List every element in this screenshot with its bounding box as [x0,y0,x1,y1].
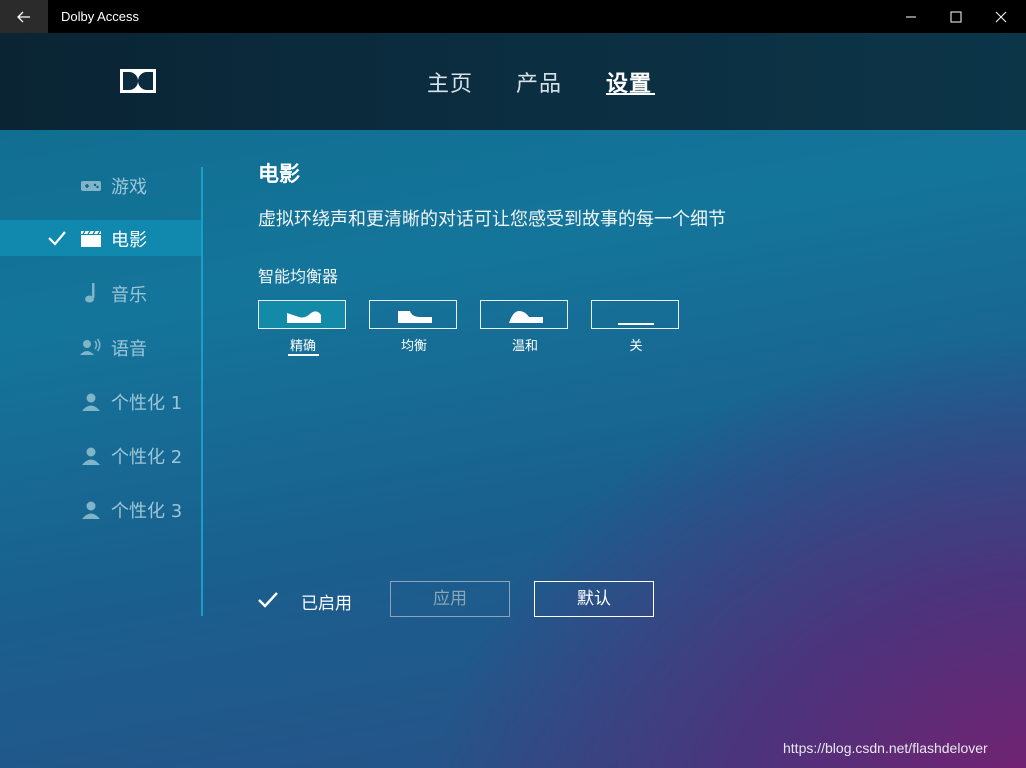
eq-option-label: 温和 [511,339,538,354]
sidebar-item-movies[interactable]: 电影 [0,220,201,256]
back-button[interactable] [0,0,48,33]
equalizer-label: 智能均衡器 [258,267,339,286]
nav-home[interactable]: 主页 [427,66,473,97]
close-icon [995,11,1007,22]
default-button[interactable]: 默认 [534,581,654,617]
sidebar-item-voice[interactable]: 语音 [0,329,201,365]
sidebar-item-label: 个性化 3 [111,501,183,522]
eq-option-off[interactable] [591,300,679,329]
eq-off-icon [618,323,654,325]
title-bar: Dolby Access [0,0,1026,33]
close-button[interactable] [978,0,1024,33]
nav-settings[interactable]: 设置 [606,66,652,97]
enabled-label: 已启用 [301,594,352,614]
app-title: Dolby Access [61,9,140,24]
eq-option-balanced[interactable] [369,300,457,329]
eq-option-label: 精确 [289,339,316,354]
person-icon [82,501,100,519]
person-icon [82,393,100,411]
eq-balanced-icon [398,311,432,323]
eq-option-label: 均衡 [400,339,427,354]
sidebar-item-custom-3[interactable]: 个性化 3 [0,491,201,527]
sidebar-item-label: 音乐 [111,285,147,306]
dolby-logo-icon [120,69,156,93]
maximize-button[interactable] [933,0,979,33]
music-note-icon [85,283,95,303]
voice-user-icon [80,338,101,355]
top-header: 主页 产品 设置 [0,33,1026,130]
apply-button[interactable]: 应用 [390,581,510,617]
eq-option-warm[interactable] [480,300,568,329]
maximize-icon [950,11,962,22]
page-title: 电影 [258,162,300,186]
eq-warm-icon [509,311,543,323]
sidebar-item-label: 个性化 2 [111,447,183,468]
eq-selected-underline [288,354,319,356]
sidebar-item-label: 游戏 [111,177,147,198]
enabled-checkmark-icon[interactable] [257,590,279,610]
dolby-access-window: Dolby Access 主页 产品 设置 游戏 电影 音乐 语音 个性化 1 … [0,0,1026,768]
nav-products[interactable]: 产品 [516,66,562,97]
arrow-left-icon [17,11,30,22]
page-description: 虚拟环绕声和更清晰的对话可让您感受到故事的每一个细节 [258,209,726,230]
person-icon [82,447,100,465]
minimize-icon [906,16,916,17]
eq-option-detailed[interactable] [258,300,346,329]
gamepad-icon [81,181,101,191]
sidebar-item-custom-1[interactable]: 个性化 1 [0,383,201,419]
sidebar-item-music[interactable]: 音乐 [0,275,201,311]
nav-active-underline [606,93,655,95]
sidebar-item-label: 电影 [111,230,147,251]
sidebar-divider [201,167,203,616]
checkmark-icon [48,231,66,246]
sidebar-item-custom-2[interactable]: 个性化 2 [0,437,201,473]
sidebar-item-label: 个性化 1 [111,393,183,414]
film-clapper-icon [81,230,101,247]
eq-detailed-icon [287,311,321,323]
sidebar-item-games[interactable]: 游戏 [0,167,201,203]
sidebar-item-label: 语音 [111,339,147,360]
watermark-text: https://blog.csdn.net/flashdelover [783,740,988,756]
minimize-button[interactable] [888,0,934,33]
eq-option-label: 关 [629,339,643,354]
